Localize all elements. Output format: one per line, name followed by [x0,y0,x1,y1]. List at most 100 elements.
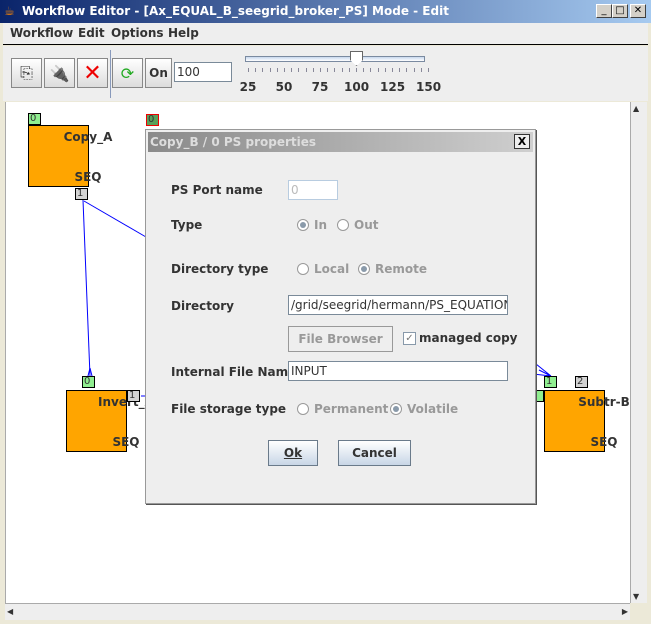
dir-local-radio[interactable] [297,263,309,275]
storage-type-label: File storage type [171,402,287,416]
node-name: Copy_A [63,130,113,144]
menu-help[interactable]: Help [168,26,199,40]
slider-tick-label: 125 [380,80,406,94]
managed-copy-checkbox[interactable]: ✓ [403,332,416,345]
subtrb-in-port-2[interactable]: 2 [575,376,588,388]
zoom-slider[interactable]: 25 50 75 100 125 150 [239,48,442,98]
ok-button[interactable]: Ok [268,440,318,466]
slider-track [245,56,425,62]
storage-permanent-label: Permanent [314,402,389,416]
dialog-title: Copy_B / 0 PS properties [148,132,533,152]
refresh-button[interactable]: ⟳ [112,58,143,88]
slider-tick [262,68,264,72]
node-type: SEQ [590,435,618,449]
connect-button[interactable]: 🔌 [44,58,75,88]
vertical-scrollbar[interactable]: ▲ ▼ [630,102,647,603]
directory-input[interactable]: /grid/seegrid/hermann/PS_EQUATION_ [288,295,508,315]
scroll-down-icon[interactable]: ▼ [633,592,639,601]
storage-volatile-label: Volatile [407,402,459,416]
java-icon: ☕ [4,4,15,18]
node-invert-a[interactable]: Invert_A SEQ [66,390,154,452]
slider-tick [327,68,329,72]
refresh-icon: ⟳ [120,63,135,83]
slider-thumb[interactable] [350,51,363,66]
type-label: Type [171,218,203,232]
dialog-close-button[interactable]: X [514,134,530,149]
dir-remote-radio[interactable] [358,263,370,275]
storage-permanent-radio[interactable] [297,403,309,415]
slider-tick [406,68,408,72]
dir-local-label: Local [314,262,350,276]
inverta-out-port[interactable]: 1 [127,390,140,402]
port-name-label: PS Port name [171,183,263,197]
copya-out-port[interactable]: 1 [75,188,88,200]
export-button[interactable]: ⎘ [11,58,42,88]
horizontal-scrollbar[interactable]: ◀ ▶ [5,603,630,620]
type-out-label: Out [354,218,379,232]
menu-workflow[interactable]: Workflow [10,26,73,40]
delete-icon: ✕ [83,60,102,86]
slider-tick [377,68,379,72]
slider-tick [291,68,293,72]
edge-copya-copyb [83,200,147,238]
cancel-button[interactable]: Cancel [338,440,411,466]
zoom-input[interactable]: 100 [174,62,232,82]
slider-tick [305,68,307,72]
slider-tick [284,68,285,72]
slider-tick [356,68,357,72]
toolbar-separator [110,50,111,98]
slider-tick [428,68,429,72]
slider-tick [348,68,350,72]
ps-properties-dialog: Copy_B / 0 PS properties X PS Port name … [145,129,536,504]
slider-tick [276,68,278,72]
subtrb-side-port[interactable] [535,390,544,402]
edge-copya-inverta [82,199,91,377]
copyb-in-port[interactable]: 0 [146,114,159,126]
slider-tick [413,68,415,72]
slider-tick [399,68,401,72]
slider-tick [334,68,336,72]
slider-tick [420,68,422,72]
type-out-radio[interactable] [337,219,349,231]
internal-file-input[interactable]: INPUT [288,361,508,381]
menu-options[interactable]: Options [111,26,164,40]
close-button[interactable]: ✕ [630,4,646,18]
scroll-up-icon[interactable]: ▲ [633,104,639,113]
slider-tick [320,68,321,72]
maximize-button[interactable]: □ [612,4,628,18]
slider-tick [392,68,393,72]
slider-tick [384,68,386,72]
node-copy-a[interactable]: Copy_A SEQ [28,125,112,187]
on-button[interactable]: On [145,58,172,88]
slider-tick [363,68,365,72]
node-type: SEQ [74,170,102,184]
file-browser-button[interactable]: File Browser [288,326,393,352]
slider-tick-label: 150 [416,80,442,94]
port-name-input[interactable]: 0 [288,180,338,200]
scroll-left-icon[interactable]: ◀ [7,607,13,616]
slider-tick-label: 25 [239,80,257,94]
inverta-in-port[interactable]: 0 [82,376,95,388]
slider-tick [298,68,300,72]
storage-volatile-radio[interactable] [390,403,402,415]
internal-file-label: Internal File Name [171,365,297,379]
slider-tick-label: 50 [275,80,293,94]
node-subtr-b[interactable]: Subtr-B SEQ [544,390,630,452]
slider-tick [341,68,343,72]
directory-label: Directory [171,299,234,313]
dir-remote-label: Remote [375,262,428,276]
copya-in-port[interactable]: 0 [28,113,41,125]
plug-icon: 🔌 [49,63,70,83]
type-in-radio[interactable] [297,219,309,231]
slider-tick [312,68,314,72]
scroll-right-icon[interactable]: ▶ [622,607,628,616]
node-name: Subtr-B [578,395,630,409]
window-title: Workflow Editor - [Ax_EQUAL_B_seegrid_br… [22,4,449,18]
delete-button[interactable]: ✕ [77,58,108,88]
subtrb-in-port-1[interactable]: 1 [544,376,557,388]
slider-tick [370,68,372,72]
slider-tick-label: 100 [344,80,370,94]
menu-edit[interactable]: Edit [78,26,105,40]
minimize-button[interactable]: _ [596,4,612,18]
title-bar: ☕ Workflow Editor - [Ax_EQUAL_B_seegrid_… [0,0,651,23]
